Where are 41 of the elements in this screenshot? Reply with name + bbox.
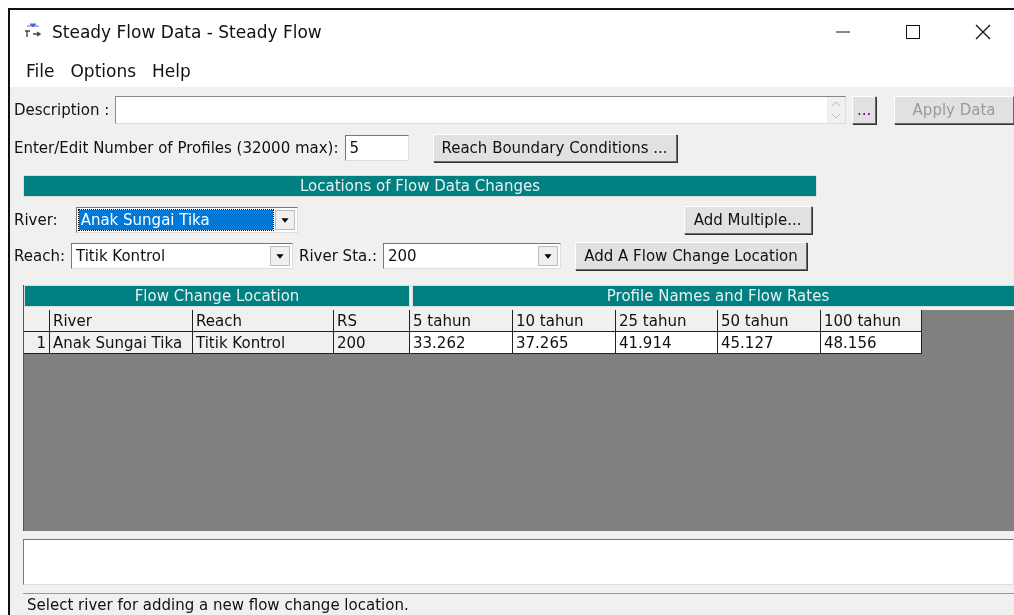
- table-cell[interactable]: 45.127: [718, 332, 821, 354]
- reach-label: Reach:: [14, 247, 65, 265]
- more-button[interactable]: ...: [852, 96, 877, 124]
- description-label: Description :: [14, 101, 110, 119]
- column-header: 10 tahun: [513, 310, 616, 332]
- table-group-header: Flow Change Location: [24, 285, 410, 307]
- maximize-icon[interactable]: [905, 24, 921, 40]
- reach-boundary-conditions-button[interactable]: Reach Boundary Conditions ...: [432, 134, 677, 162]
- river-sta-label: River Sta.:: [299, 247, 378, 265]
- add-multiple-button[interactable]: Add Multiple...: [683, 206, 812, 234]
- close-icon[interactable]: [975, 24, 991, 40]
- description-field[interactable]: [115, 96, 847, 124]
- table-cell[interactable]: 37.265: [513, 332, 616, 354]
- row-number: 1: [24, 332, 50, 354]
- table-cell[interactable]: 48.156: [821, 332, 922, 354]
- menu-item[interactable]: Help: [146, 60, 197, 81]
- column-header: 25 tahun: [616, 310, 718, 332]
- profiles-label: Enter/Edit Number of Profiles (32000 max):: [14, 139, 339, 157]
- column-header: Reach: [193, 310, 334, 332]
- table-cell[interactable]: Anak Sungai Tika: [50, 332, 193, 354]
- table-cell[interactable]: Titik Kontrol: [193, 332, 334, 354]
- dropdown-field[interactable]: Anak Sungai Tika: [75, 207, 298, 233]
- menu-item[interactable]: File: [20, 60, 61, 81]
- table-cell[interactable]: 200: [334, 332, 410, 354]
- column-header: River: [50, 310, 193, 332]
- add-flow-change-location-button[interactable]: Add A Flow Change Location: [575, 242, 808, 270]
- column-header: 100 tahun: [821, 310, 922, 332]
- table-cell[interactable]: 41.914: [616, 332, 718, 354]
- column-header: 5 tahun: [410, 310, 513, 332]
- window-title: Steady Flow Data - Steady Flow: [52, 22, 323, 42]
- dropdown-field[interactable]: 200: [383, 243, 562, 269]
- menu-item[interactable]: Options: [64, 60, 143, 81]
- column-header: RS: [334, 310, 410, 332]
- table-cell[interactable]: 33.262: [410, 332, 513, 354]
- section-header: Locations of Flow Data Changes: [23, 175, 817, 197]
- status-bar: Select river for adding a new flow change location.: [23, 593, 1014, 615]
- column-header: 50 tahun: [718, 310, 821, 332]
- profiles-field[interactable]: 5: [344, 135, 409, 161]
- dropdown-field[interactable]: Titik Kontrol: [71, 243, 293, 269]
- table-group-header: Profile Names and Flow Rates: [412, 285, 1014, 307]
- river-label: River:: [14, 211, 58, 229]
